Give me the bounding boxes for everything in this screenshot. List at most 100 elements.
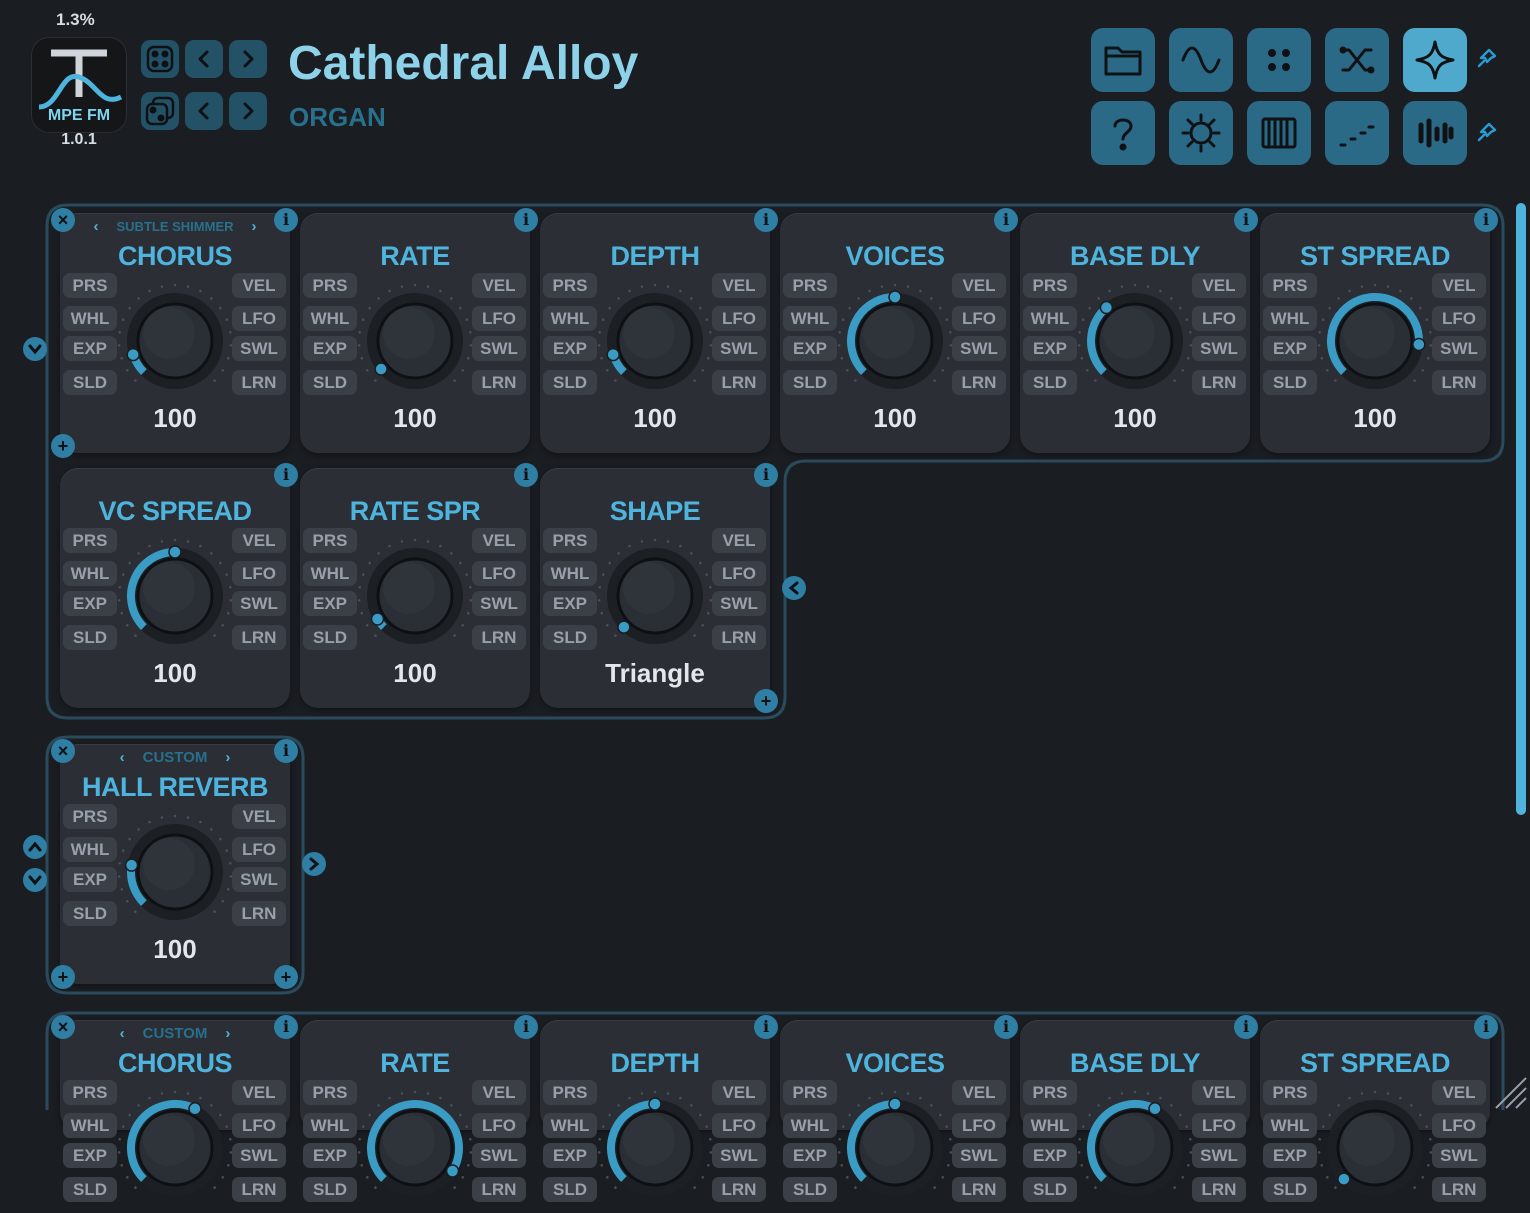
mod-button-sld[interactable]: SLD (303, 625, 357, 650)
mod-button-whl[interactable]: WHL (543, 561, 597, 586)
chevron-left-icon[interactable]: ‹ (120, 1025, 125, 1042)
mod-button-lfo[interactable]: LFO (232, 306, 286, 331)
mod-button-prs[interactable]: PRS (303, 528, 357, 553)
knob[interactable] (835, 281, 955, 401)
mod-button-sld[interactable]: SLD (63, 901, 117, 926)
mod-button-sld[interactable]: SLD (303, 1177, 357, 1202)
knob[interactable] (1315, 1088, 1435, 1208)
mod-button-lfo[interactable]: LFO (232, 561, 286, 586)
collapse-group-button[interactable] (23, 337, 47, 361)
mod-button-vel[interactable]: VEL (232, 804, 286, 829)
chevron-right-icon[interactable]: › (252, 218, 257, 235)
mod-button-whl[interactable]: WHL (63, 561, 117, 586)
mod-button-vel[interactable]: VEL (952, 1080, 1006, 1105)
mod-button-swl[interactable]: SWL (952, 336, 1006, 361)
mod-button-exp[interactable]: EXP (543, 336, 597, 361)
mod-button-lrn[interactable]: LRN (1432, 1177, 1486, 1202)
info-icon[interactable]: i (1474, 1015, 1498, 1039)
chevron-right-icon[interactable]: › (225, 1025, 230, 1042)
info-icon[interactable]: i (514, 208, 538, 232)
knob[interactable] (1315, 281, 1435, 401)
mod-button-vel[interactable]: VEL (952, 273, 1006, 298)
move-down-button[interactable] (23, 868, 47, 892)
info-icon[interactable]: i (994, 1015, 1018, 1039)
mod-button-sld[interactable]: SLD (1263, 1177, 1317, 1202)
mod-button-prs[interactable]: PRS (303, 273, 357, 298)
mod-button-exp[interactable]: EXP (783, 336, 837, 361)
mod-button-lfo[interactable]: LFO (952, 306, 1006, 331)
mod-button-prs[interactable]: PRS (1023, 1080, 1077, 1105)
mod-button-vel[interactable]: VEL (472, 528, 526, 553)
mod-button-lrn[interactable]: LRN (712, 370, 766, 395)
move-up-button[interactable] (23, 835, 47, 859)
mod-button-lrn[interactable]: LRN (1192, 370, 1246, 395)
mod-button-whl[interactable]: WHL (63, 837, 117, 862)
mod-button-prs[interactable]: PRS (303, 1080, 357, 1105)
mod-button-exp[interactable]: EXP (303, 336, 357, 361)
mod-button-lfo[interactable]: LFO (232, 837, 286, 862)
mod-button-swl[interactable]: SWL (712, 591, 766, 616)
mod-button-prs[interactable]: PRS (1263, 273, 1317, 298)
mod-button-whl[interactable]: WHL (63, 306, 117, 331)
mod-button-exp[interactable]: EXP (303, 1143, 357, 1168)
mod-button-swl[interactable]: SWL (712, 1143, 766, 1168)
mod-button-lfo[interactable]: LFO (1192, 1113, 1246, 1138)
mod-button-prs[interactable]: PRS (543, 273, 597, 298)
card-preset-selector[interactable]: ‹ CUSTOM › (60, 1025, 290, 1042)
mod-button-swl[interactable]: SWL (232, 591, 286, 616)
mod-button-sld[interactable]: SLD (63, 625, 117, 650)
info-icon[interactable]: i (754, 463, 778, 487)
mod-button-lrn[interactable]: LRN (712, 625, 766, 650)
mod-button-sld[interactable]: SLD (783, 370, 837, 395)
mod-button-sld[interactable]: SLD (543, 1177, 597, 1202)
mod-button-prs[interactable]: PRS (783, 273, 837, 298)
mod-button-prs[interactable]: PRS (543, 1080, 597, 1105)
mod-button-lrn[interactable]: LRN (712, 1177, 766, 1202)
knob[interactable] (835, 1088, 955, 1208)
mod-button-lfo[interactable]: LFO (712, 561, 766, 586)
mod-button-vel[interactable]: VEL (712, 528, 766, 553)
mod-button-sld[interactable]: SLD (1263, 370, 1317, 395)
mod-button-lfo[interactable]: LFO (472, 561, 526, 586)
info-icon[interactable]: i (994, 208, 1018, 232)
knob[interactable] (115, 812, 235, 932)
mod-button-prs[interactable]: PRS (783, 1080, 837, 1105)
mod-button-vel[interactable]: VEL (712, 273, 766, 298)
mod-button-lrn[interactable]: LRN (232, 901, 286, 926)
mod-button-vel[interactable]: VEL (1192, 273, 1246, 298)
mod-button-swl[interactable]: SWL (712, 336, 766, 361)
info-icon[interactable]: i (1474, 208, 1498, 232)
mod-button-swl[interactable]: SWL (952, 1143, 1006, 1168)
mod-button-exp[interactable]: EXP (1023, 1143, 1077, 1168)
mod-button-vel[interactable]: VEL (232, 528, 286, 553)
mod-button-lrn[interactable]: LRN (952, 370, 1006, 395)
knob[interactable] (115, 1088, 235, 1208)
knob[interactable] (115, 536, 235, 656)
mod-button-sld[interactable]: SLD (63, 370, 117, 395)
mod-button-exp[interactable]: EXP (1263, 336, 1317, 361)
info-icon[interactable]: i (754, 1015, 778, 1039)
mod-button-lrn[interactable]: LRN (472, 625, 526, 650)
mod-button-whl[interactable]: WHL (303, 1113, 357, 1138)
mod-button-whl[interactable]: WHL (783, 1113, 837, 1138)
mod-button-swl[interactable]: SWL (472, 591, 526, 616)
mod-button-sld[interactable]: SLD (1023, 1177, 1077, 1202)
knob[interactable] (1075, 1088, 1195, 1208)
chevron-left-icon[interactable]: ‹ (94, 218, 99, 235)
resize-handle-icon[interactable] (1490, 1072, 1528, 1110)
mod-button-lrn[interactable]: LRN (232, 1177, 286, 1202)
info-icon[interactable]: i (274, 1015, 298, 1039)
mod-button-vel[interactable]: VEL (1432, 273, 1486, 298)
mod-button-prs[interactable]: PRS (63, 804, 117, 829)
mod-button-prs[interactable]: PRS (543, 528, 597, 553)
chevron-left-icon[interactable]: ‹ (120, 749, 125, 766)
close-icon[interactable]: × (51, 1015, 75, 1039)
mod-button-exp[interactable]: EXP (543, 1143, 597, 1168)
mod-button-exp[interactable]: EXP (1263, 1143, 1317, 1168)
mod-button-swl[interactable]: SWL (1192, 336, 1246, 361)
mod-button-whl[interactable]: WHL (543, 1113, 597, 1138)
info-icon[interactable]: i (274, 739, 298, 763)
mod-button-whl[interactable]: WHL (543, 306, 597, 331)
mod-button-prs[interactable]: PRS (63, 273, 117, 298)
mod-button-prs[interactable]: PRS (1263, 1080, 1317, 1105)
